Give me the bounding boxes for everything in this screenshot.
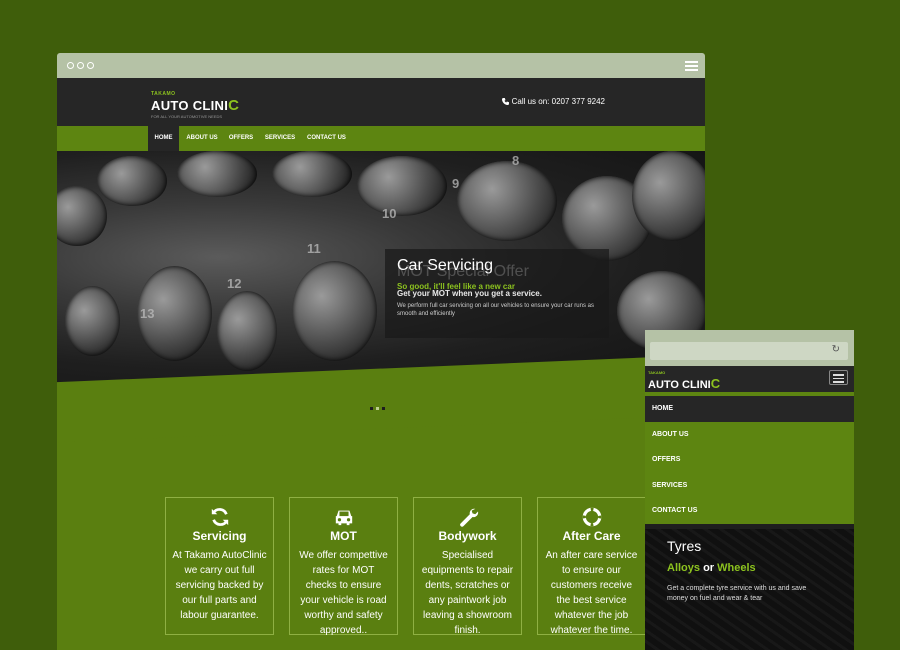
mobile-hero[interactable]: Tyres Alloys or Wheels Get a complete ty… [645,529,854,650]
mobile-nav: HOME ABOUT US OFFERS SERVICES CONTACT US [645,396,854,524]
slider-pagination [370,407,385,410]
card-text: At Takamo AutoClinic we carry out full s… [172,550,267,621]
logo-c-letter: C [228,97,239,114]
card-text: We offer compettive rates for MOT checks… [299,550,388,636]
mobile-menu-toggle-icon[interactable] [829,370,848,385]
card-title: Servicing [192,529,247,543]
mobile-nav-offers[interactable]: OFFERS [645,447,854,473]
service-card-mot[interactable]: MOT We offer compettive rates for MOT ch… [289,497,398,636]
nav-about-us[interactable]: ABOUT US [183,126,221,151]
mobile-nav-contact-us[interactable]: CONTACT US [645,498,854,524]
site-logo[interactable]: TAKAMO AUTO CLINIC FOR ALL YOUR AUTOMOTI… [151,91,239,119]
socket-size-label: 11 [307,241,321,256]
card-title: Bodywork [438,529,497,543]
nav-home[interactable]: HOME [148,126,179,151]
socket-size-label: 9 [452,176,460,191]
socket-image [217,291,277,371]
socket-image [357,156,447,216]
service-card-servicing[interactable]: Servicing At Takamo AutoClinic we carry … [165,497,274,635]
nav-contact-us[interactable]: CONTACT US [304,126,349,151]
mobile-chrome: ↻ [645,330,854,366]
browser-menu-icon[interactable] [685,61,698,73]
socket-size-label: 10 [382,206,397,221]
wrench-icon [459,508,478,527]
card-text: An after care service to ensure our cust… [545,550,638,636]
socket-image [97,156,167,206]
nav-offers[interactable]: OFFERS [226,126,256,151]
window-dot-icon [77,62,84,69]
card-title: MOT [330,529,357,543]
nav-services[interactable]: SERVICES [262,126,298,151]
mobile-nav-services[interactable]: SERVICES [645,472,854,499]
mobile-logo[interactable]: TAKAMO AUTO CLINIC [648,370,720,393]
site-header: TAKAMO AUTO CLINIC FOR ALL YOUR AUTOMOTI… [57,78,705,126]
phone-contact[interactable]: Call us on: 0207 377 9242 [502,97,605,106]
mobile-browser-mockup: ↻ TAKAMO AUTO CLINIC HOME ABOUT US OFFER… [645,330,854,650]
card-title: After Care [562,529,621,543]
mobile-address-bar[interactable]: ↻ [650,342,848,360]
mobile-hero-text: Get a complete tyre service with us and … [667,585,807,602]
phone-text: Call us on: 0207 377 9242 [511,97,605,106]
socket-image [177,151,257,197]
mobile-hero-subtitle: Alloys or Wheels [667,562,756,574]
browser-chrome [57,53,705,78]
subtitle-alloys: Alloys [667,562,701,574]
window-dot-icon [67,62,74,69]
mobile-nav-home[interactable]: HOME [645,396,854,422]
phone-icon [502,98,510,105]
logo-small-text: TAKAMO [648,370,666,375]
caption-text: We perform full car servicing on all our… [397,303,594,317]
socket-image [632,151,705,241]
subtitle-or: or [700,562,718,574]
service-card-bodywork[interactable]: Bodywork Specialised equipments to repai… [413,497,522,636]
socket-image [65,286,120,356]
logo-main-text: AUTO CLINI [648,379,711,391]
card-text: Specialised equipments to repair dents, … [421,550,514,636]
socket-image [292,261,377,361]
caption-title: Car Servicing [397,257,494,274]
subtitle-wheels: Wheels [717,562,756,574]
mobile-hero-title: Tyres [667,538,702,554]
window-dot-icon [87,62,94,69]
refresh-icon [211,508,228,526]
slider-dot[interactable] [382,407,385,410]
socket-image [57,186,107,246]
slider-dot-active[interactable] [376,407,379,410]
window-dots [67,62,94,69]
desktop-browser-mockup: TAKAMO AUTO CLINIC FOR ALL YOUR AUTOMOTI… [57,53,705,650]
car-icon [335,510,352,526]
socket-image [457,161,557,241]
hero-caption: MOT Special Offer Car Servicing Get your… [385,249,609,338]
slider-dot[interactable] [370,407,373,410]
mobile-header: TAKAMO AUTO CLINIC [645,366,854,392]
logo-c-letter: C [710,376,721,391]
mobile-nav-about-us[interactable]: ABOUT US [645,421,854,448]
socket-image [272,151,352,197]
socket-size-label: 12 [227,276,242,291]
logo-small-text: TAKAMO [151,91,176,97]
main-nav: HOME ABOUT US OFFERS SERVICES CONTACT US [57,126,705,151]
logo-main-text: AUTO CLINI [151,98,229,113]
caption-subtitle: So good, it'll feel like a new car [397,282,515,291]
logo-tagline: FOR ALL YOUR AUTOMOTIVE NEEDS [151,114,223,119]
socket-size-label: 8 [512,153,520,168]
reload-icon[interactable]: ↻ [832,344,840,355]
service-card-after-care[interactable]: After Care An after care service to ensu… [537,497,646,636]
socket-size-label: 13 [140,306,155,321]
lifebuoy-icon [582,507,601,527]
